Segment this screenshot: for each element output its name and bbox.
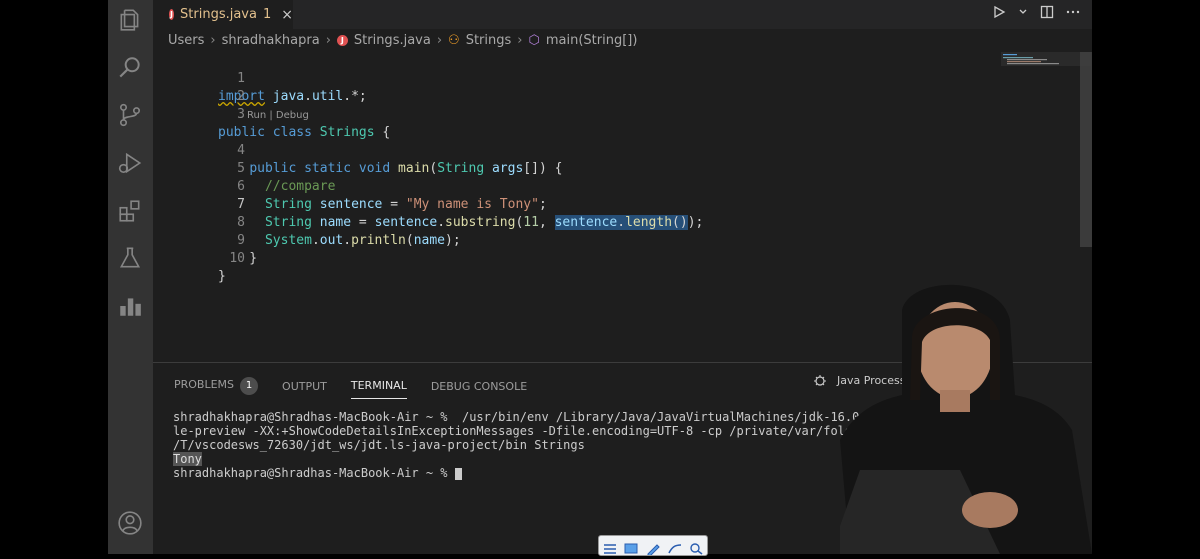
floating-toolbar [598, 535, 708, 556]
run-debug-icon[interactable] [117, 150, 143, 176]
line-number: 8 [237, 215, 245, 230]
code-line: 8 System.out.println(name); [153, 196, 461, 248]
problems-count-badge: 1 [240, 377, 259, 395]
line-number: 9 [237, 233, 245, 248]
code-line: 5 //compare [153, 142, 335, 194]
explorer-icon[interactable] [117, 7, 143, 33]
code-text: String name = sentence.substring(11, sen… [264, 215, 704, 230]
code-lens-run-debug[interactable]: Run | Debug [247, 110, 309, 121]
pen-icon[interactable] [646, 540, 660, 556]
more-actions-icon[interactable] [1066, 5, 1080, 19]
code-line: 4 public static void main(String args[])… [153, 124, 562, 176]
screen-icon[interactable] [624, 540, 638, 553]
code-text: System.out.println(name); [264, 233, 461, 248]
code-line: 6 String sentence = "My name is Tony"; [153, 160, 547, 212]
tab-problem-count: 1 [262, 7, 272, 22]
bug-icon [814, 375, 826, 386]
breadcrumb-file[interactable]: Strings.java [354, 33, 431, 48]
terminal-cursor [454, 467, 462, 480]
menu-icon[interactable] [603, 540, 617, 554]
editor-scrollbar[interactable] [1080, 52, 1092, 247]
line-number: 3 [237, 107, 245, 122]
tab-terminal[interactable]: TERMINAL [350, 379, 407, 399]
line-number: 6 [237, 179, 245, 194]
code-line: 10 } [153, 232, 245, 284]
source-control-icon[interactable] [117, 102, 143, 128]
breadcrumb-method[interactable]: main(String[]) [546, 33, 638, 48]
terminal-line-3: /T/vscodesws_72630/jdt_ws/jdt.ls-java-pr… [173, 438, 585, 452]
editor-tab[interactable]: J Strings.java 1 × [153, 0, 293, 29]
code-text: } [218, 269, 226, 284]
breadcrumb: Users › shradhakhapra › J Strings.java ›… [168, 33, 637, 48]
tab-bar: J Strings.java 1 × [153, 0, 1092, 29]
terminal-program-output: Tony [173, 452, 202, 466]
split-editor-icon[interactable] [1040, 5, 1054, 19]
breadcrumb-users[interactable]: Users [168, 33, 204, 48]
zoom-icon[interactable] [689, 540, 703, 555]
class-symbol-icon: ⚇ [448, 33, 460, 48]
line-number: 1 [237, 71, 245, 86]
breadcrumb-class[interactable]: Strings [466, 33, 512, 48]
highlighter-icon[interactable] [667, 540, 682, 553]
chevron-right-icon: › [210, 33, 216, 48]
code-line: 9 } [153, 214, 257, 266]
line-number: 4 [237, 143, 245, 158]
breadcrumb-user-folder[interactable]: shradhakhapra [222, 33, 320, 48]
chart-icon[interactable] [117, 293, 143, 319]
method-symbol-icon: ⬡ [528, 33, 540, 48]
chevron-right-icon: › [436, 33, 443, 48]
code-text: String sentence = "My name is Tony"; [264, 197, 547, 212]
editor-actions [992, 5, 1080, 19]
terminal-line-1: shradhakhapra@Shradhas-MacBook-Air ~ % /… [173, 410, 903, 424]
java-error-icon: J [336, 35, 348, 46]
chevron-down-icon[interactable] [1018, 7, 1028, 17]
chevron-right-icon: › [325, 33, 331, 48]
tab-problems-label: PROBLEMS [174, 378, 235, 391]
activity-bar [108, 0, 153, 554]
run-icon[interactable] [992, 5, 1006, 19]
code-line: 1 import java.util.*; [153, 52, 367, 104]
code-text: public static void main(String args[]) { [249, 161, 563, 176]
tab-file-name: Strings.java [180, 7, 257, 22]
terminal-prompt: shradhakhapra@Shradhas-MacBook-Air ~ % [173, 466, 455, 480]
line-number: 2 [237, 89, 245, 104]
terminal-line-2: le-preview -XX:+ShowCodeDetailsInExcepti… [173, 424, 896, 438]
line-number: 7 [237, 197, 245, 212]
tab-problems[interactable]: PROBLEMS 1 [174, 377, 259, 395]
extensions-icon[interactable] [117, 198, 143, 224]
account-icon[interactable] [117, 510, 143, 536]
search-icon[interactable] [117, 55, 143, 81]
code-text: public class Strings { [218, 125, 391, 140]
line-number: 5 [237, 161, 245, 176]
testing-flask-icon[interactable] [117, 245, 143, 271]
tab-close-button[interactable]: × [281, 7, 293, 23]
presenter-webcam-overlay [840, 284, 1092, 554]
code-line: 7 String name = sentence.substring(11, s… [153, 178, 703, 230]
minimap[interactable] [1001, 52, 1091, 66]
code-line: 3 public class Strings { [153, 88, 390, 140]
code-line: 2 [153, 70, 245, 104]
java-error-icon: J [169, 9, 175, 20]
chevron-right-icon: › [517, 33, 523, 48]
tab-output[interactable]: OUTPUT [282, 380, 327, 393]
tab-debug-console[interactable]: DEBUG CONSOLE [431, 380, 527, 393]
line-number: 10 [229, 251, 245, 266]
panel-tabs: PROBLEMS 1 OUTPUT TERMINAL DEBUG CONSOLE [174, 373, 527, 399]
